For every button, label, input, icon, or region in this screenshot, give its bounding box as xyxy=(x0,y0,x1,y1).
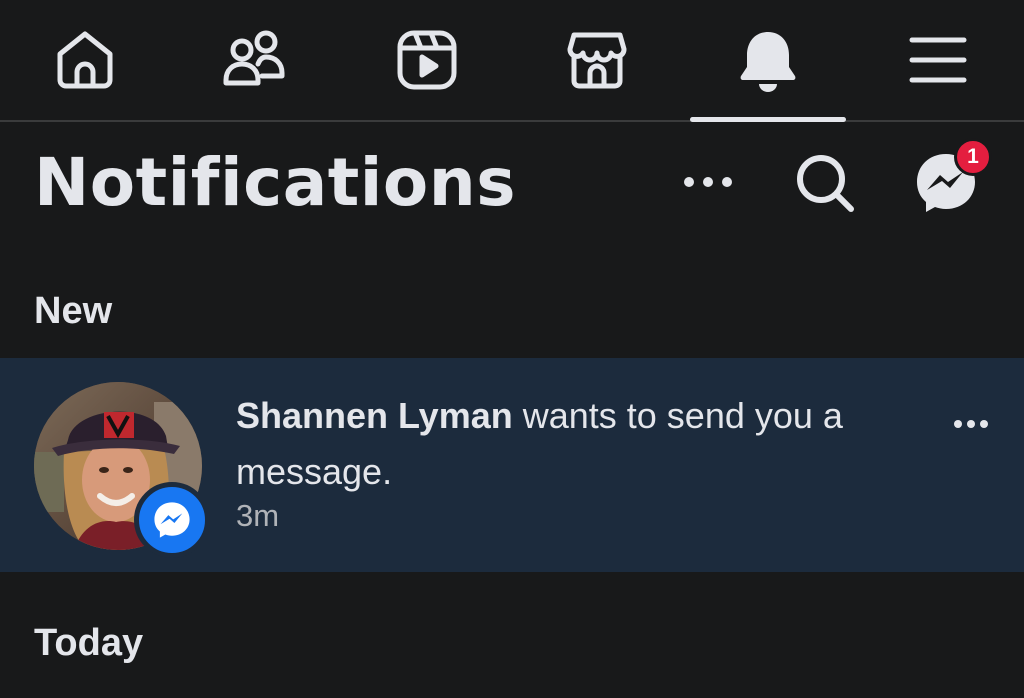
more-options-button[interactable] xyxy=(676,152,740,212)
notification-text: Shannen Lyman wants to send you a messag… xyxy=(236,388,916,500)
friends-icon xyxy=(223,30,285,86)
bell-icon xyxy=(740,32,796,92)
tab-video[interactable] xyxy=(347,0,507,120)
notification-item[interactable]: Shannen Lyman wants to send you a messag… xyxy=(0,358,1024,572)
notification-more-button[interactable] xyxy=(938,396,1004,452)
app-window: Notifications 1 New Shannen Lyman wants … xyxy=(0,0,1024,698)
messenger-unread-badge: 1 xyxy=(954,138,992,176)
more-horizontal-icon xyxy=(684,177,732,187)
top-nav-bar xyxy=(0,0,1024,122)
tab-notifications[interactable] xyxy=(688,0,848,122)
search-icon xyxy=(797,155,854,212)
more-horizontal-icon xyxy=(954,420,988,428)
video-icon xyxy=(397,30,457,90)
marketplace-icon xyxy=(567,32,627,89)
home-icon xyxy=(57,31,113,89)
section-label-new: New xyxy=(34,290,113,332)
tab-friends[interactable] xyxy=(175,0,335,120)
menu-icon xyxy=(909,37,967,83)
tab-home[interactable] xyxy=(5,0,165,120)
notification-time: 3m xyxy=(236,498,280,533)
tab-menu[interactable] xyxy=(858,0,1018,120)
tab-marketplace[interactable] xyxy=(517,0,677,120)
section-label-today: Today xyxy=(34,622,144,664)
sender-name: Shannen Lyman xyxy=(236,395,513,436)
page-title: Notifications xyxy=(34,144,517,221)
search-button[interactable] xyxy=(790,150,860,216)
messenger-badge-icon xyxy=(134,482,210,558)
